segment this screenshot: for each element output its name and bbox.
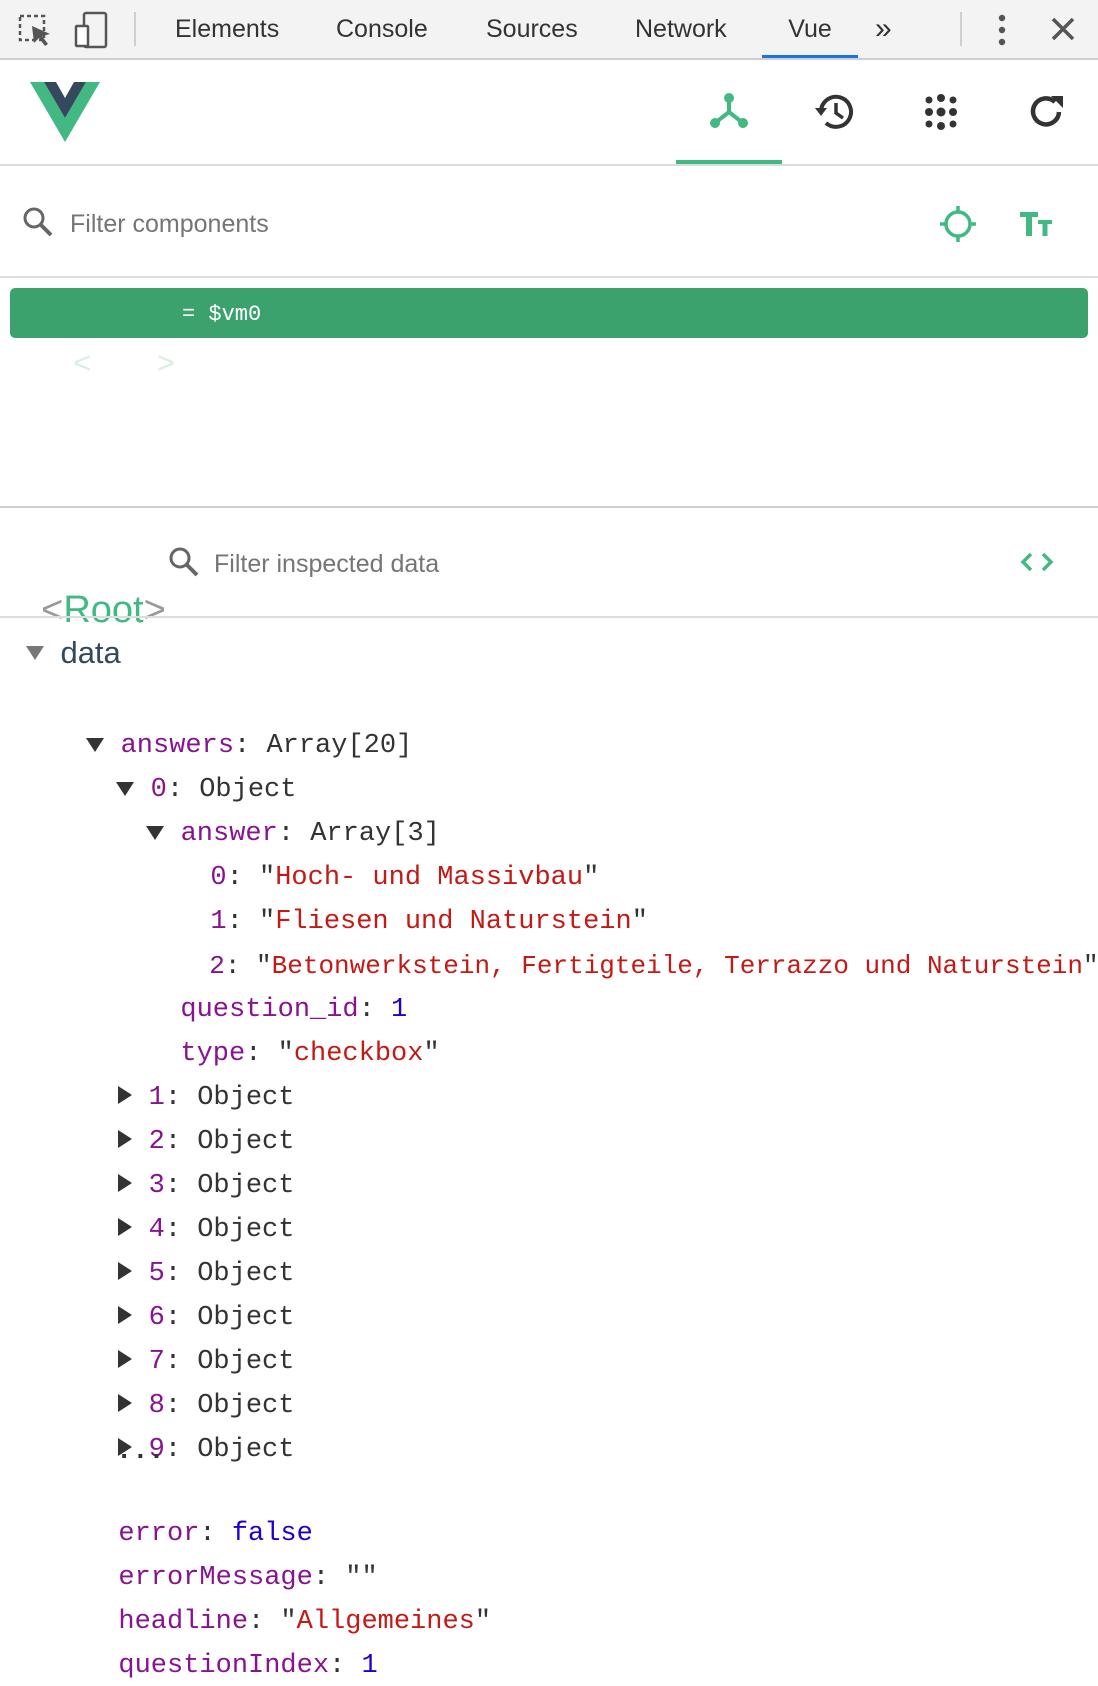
tree-leaf-error[interactable]: error: false	[86, 1474, 312, 1549]
tree-node-item-1[interactable]: 1: Object	[86, 1038, 294, 1113]
inspected-component-name: Root	[63, 589, 144, 631]
tree-node-item-9[interactable]: 9: Object	[86, 1390, 294, 1465]
filter-inspected-data-input[interactable]	[212, 544, 816, 584]
kebab-menu-icon[interactable]	[990, 12, 1014, 48]
component-ref: = $vm0	[182, 302, 262, 327]
collapse-arrow-icon	[146, 826, 165, 840]
more-items-ellipsis[interactable]: ...	[116, 1432, 165, 1472]
target-icon	[940, 206, 976, 242]
tree-node-item-4[interactable]: 4: Object	[86, 1170, 294, 1245]
search-icon	[168, 546, 200, 578]
tree-node-answer[interactable]: answer: Array[3]	[114, 774, 440, 849]
tree-leaf-question-id[interactable]: question_id: 1	[148, 950, 407, 1025]
tab-network[interactable]: Network	[635, 0, 727, 58]
tree-node-item-0[interactable]: 0: Object	[84, 730, 296, 805]
divider	[0, 276, 1098, 278]
tab-sources[interactable]: Sources	[486, 0, 578, 58]
close-icon[interactable]	[1048, 14, 1078, 44]
data-value: 1	[361, 1651, 378, 1681]
tag-bracket-open: <	[73, 345, 92, 380]
tree-node-item-6[interactable]: 6: Object	[86, 1258, 294, 1333]
tree-node-item-5[interactable]: 5: Object	[86, 1214, 294, 1289]
tab-vue[interactable]: Vue	[762, 0, 858, 58]
root-name: Root	[91, 345, 157, 380]
section-title: data	[60, 635, 121, 670]
data-section-toggle[interactable]: data	[26, 630, 121, 676]
component-name: <Root>	[56, 288, 175, 380]
history-icon	[815, 94, 853, 129]
refresh-icon	[1030, 96, 1063, 127]
tree-leaf-answer-0[interactable]: 0: "Hoch- und Massivbau"	[178, 818, 599, 893]
code-icon	[1020, 552, 1054, 572]
toolbar-divider	[134, 12, 136, 46]
more-tabs-icon[interactable]: »	[875, 0, 892, 58]
tree-leaf-answer-2[interactable]: 2: "Betonwerkstein, Fertigteile, Terrazz…	[178, 906, 1098, 981]
inspector-title: <Root>	[20, 535, 166, 631]
tree-node-item-3[interactable]: 3: Object	[86, 1126, 294, 1201]
data-type: Object	[197, 1435, 295, 1465]
tab-elements[interactable]: Elements	[175, 0, 279, 58]
collapse-arrow-icon	[26, 646, 44, 660]
tree-node-item-8[interactable]: 8: Object	[86, 1346, 294, 1421]
tree-leaf-error-message[interactable]: errorMessage: ""	[86, 1518, 377, 1593]
components-tab-button[interactable]	[676, 60, 782, 164]
refresh-button[interactable]	[994, 60, 1098, 164]
inspect-element-icon[interactable]	[16, 10, 56, 50]
data-key: questionIndex	[118, 1651, 330, 1681]
tab-console[interactable]: Console	[336, 0, 428, 58]
text-size-icon	[1020, 212, 1052, 236]
search-icon	[22, 206, 54, 238]
tree-leaf-type[interactable]: type: "checkbox"	[148, 994, 439, 1069]
tree-leaf-answer-1[interactable]: 1: "Fliesen und Naturstein"	[178, 862, 647, 937]
vuex-tab-button[interactable]	[888, 60, 994, 164]
components-tree-icon	[710, 93, 748, 128]
device-toolbar-icon[interactable]	[72, 10, 112, 50]
tree-node-answers[interactable]: answers: Array[20]	[54, 686, 412, 761]
tag-bracket-open: <	[41, 589, 64, 631]
panel-divider	[0, 506, 1098, 508]
vuex-icon	[925, 94, 957, 130]
divider	[0, 616, 1098, 618]
text-size-toggle[interactable]	[1018, 206, 1058, 242]
data-value: checkbox	[293, 1039, 424, 1069]
select-component-target-button[interactable]	[938, 204, 978, 244]
history-tab-button[interactable]	[782, 60, 888, 164]
tab-vue-label: Vue	[788, 15, 832, 43]
inspect-source-button[interactable]	[1020, 548, 1054, 576]
filter-components-input[interactable]	[68, 204, 772, 244]
tag-bracket-close: >	[143, 589, 166, 631]
tree-leaf-question-index[interactable]: questionIndex: 1	[86, 1606, 377, 1681]
vue-logo	[30, 82, 100, 142]
tag-bracket-close: >	[156, 345, 175, 380]
toolbar-divider	[960, 12, 962, 46]
tree-node-item-7[interactable]: 7: Object	[86, 1302, 294, 1377]
tree-node-item-2[interactable]: 2: Object	[86, 1082, 294, 1157]
tree-leaf-headline[interactable]: headline: "Allgemeines"	[86, 1562, 491, 1637]
